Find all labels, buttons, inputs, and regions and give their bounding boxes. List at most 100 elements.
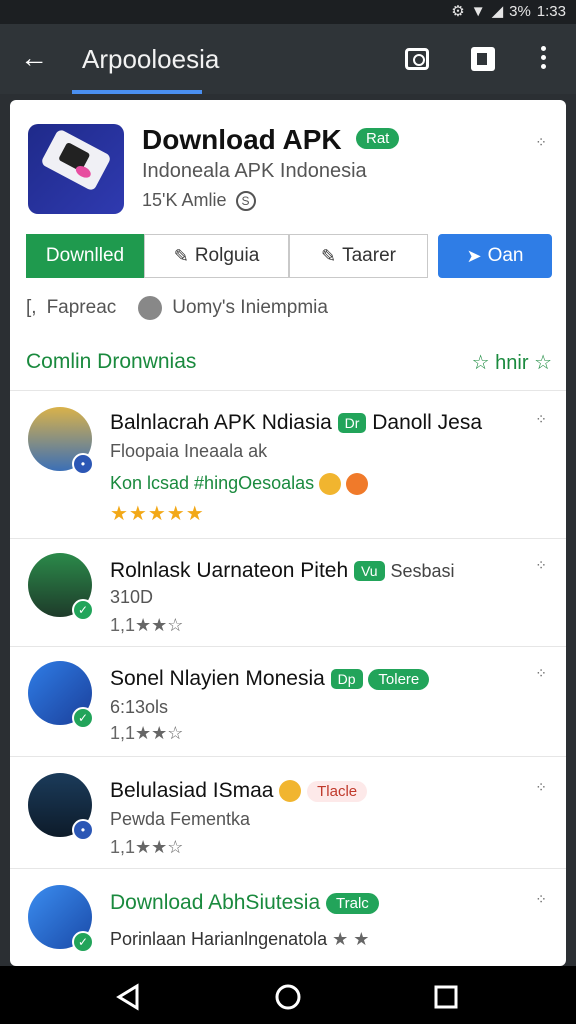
download-button-label: Downlled <box>45 245 125 266</box>
send-icon: ➤ <box>466 245 482 266</box>
phone-illustration <box>40 128 112 192</box>
app-badge-label: Rat <box>356 128 400 149</box>
app-badge: Rat <box>356 128 400 149</box>
tab-indicator <box>72 90 202 94</box>
store-icon <box>471 47 495 71</box>
list-item-subtitle: 6:13ols <box>110 697 169 717</box>
store-button[interactable] <box>466 42 500 76</box>
list-item-rating: 1,1★★☆ <box>110 837 183 858</box>
third-button[interactable]: ✎ Taarer <box>289 234 428 278</box>
second-button-label: Rolguia <box>194 245 260 266</box>
user-icon <box>138 296 163 320</box>
list-item-title: Download AbhSiutesia Tralc <box>110 891 379 915</box>
list-item-title: Balnlacrah APK Ndiasia Dr Danoll Jesa <box>110 411 482 435</box>
info-right: Uomy's Iniempmia <box>172 297 328 318</box>
second-button[interactable]: ✎ Rolguia <box>144 234 289 278</box>
list-item-title: Sonel Nlayien Monesia Dp Tolere <box>110 667 430 691</box>
camera-button[interactable] <box>400 42 434 76</box>
list-item-line1: Porinlaan Harianlngenatola <box>110 929 328 949</box>
list-item[interactable]: ✓ Download AbhSiutesia Tralc Porinlaan H… <box>10 868 566 966</box>
list-item-subtitle: 310D <box>110 587 154 607</box>
list-item-title-text: Rolnlask Uarnateon Piteh <box>110 559 349 582</box>
list-item-mini-badge: Vu <box>353 561 385 582</box>
info-left: Fapreac <box>46 297 117 318</box>
app-bar: ← Arpooloesia <box>0 24 576 94</box>
verified-icon: ✓ <box>72 707 94 729</box>
row-menu-icon[interactable]: ⁘ <box>535 891 548 908</box>
camera-icon <box>405 48 429 70</box>
list-item-title-text: Download AbhSiutesia <box>110 891 321 914</box>
list-item-rating: 1,1★★☆ <box>110 615 183 636</box>
list-item-title-text: Balnlacrah APK Ndiasia <box>110 411 332 434</box>
list-item-rating: ★★★★★ <box>110 501 205 526</box>
list-item[interactable]: • Belulasiad ISmaa Tlacle Pewda Fementka… <box>10 756 566 868</box>
row-menu-icon[interactable]: ⁘ <box>535 665 548 682</box>
list-item-mini-badge: Dr <box>337 413 367 434</box>
row-menu-icon[interactable]: ⁘ <box>535 411 548 428</box>
fourth-button[interactable]: ➤ Oan <box>438 234 552 278</box>
app-icon[interactable] <box>28 124 124 214</box>
wifi-icon: ▼ <box>470 2 486 20</box>
verified-icon: ✓ <box>72 599 94 621</box>
list-item-pill: Tralc <box>326 892 379 914</box>
emoji-icon <box>319 473 342 496</box>
app-meta: 15'K Amlie S <box>142 190 256 212</box>
list-item-title: Belulasiad ISmaa Tlacle <box>110 779 368 803</box>
list-item-subtitle: Porinlaan Harianlngenatola ★ ★ <box>110 929 369 950</box>
card-menu-icon[interactable]: ⁘ <box>535 134 548 151</box>
main-card: Download APK Rat Indoneala APK Indonesia… <box>10 100 566 966</box>
star-outline-icon: ☆ <box>471 352 490 374</box>
info-row: [, Fapreac Uomy's Iniempmia <box>26 296 328 320</box>
app-publisher: Indoneala APK Indonesia <box>142 160 367 182</box>
sync-icon: ⚙ <box>451 3 465 20</box>
nav-home-icon[interactable] <box>275 984 301 1010</box>
list-item[interactable]: • Balnlacrah APK Ndiasia Dr Danoll Jesa … <box>10 390 566 532</box>
nav-back-icon[interactable] <box>116 983 139 1011</box>
section-header: Comlin Dronwnias ☆ hnir ☆ <box>26 350 552 374</box>
info-icon: S <box>235 191 256 212</box>
back-arrow-icon[interactable]: ← <box>20 42 52 74</box>
list-item-extra: Sesbasi <box>390 561 455 581</box>
row-menu-icon[interactable]: ⁘ <box>535 779 548 796</box>
section-title: Comlin Dronwnias <box>26 350 197 373</box>
phone-button <box>73 163 93 180</box>
list-item-title-text: Sonel Nlayien Monesia <box>110 667 325 690</box>
emoji-icon <box>279 780 302 803</box>
section-actions[interactable]: ☆ hnir ☆ <box>472 350 552 375</box>
section-right-label: hnir <box>495 352 529 374</box>
list-item-line1: Floopaia Ineaala <box>110 441 244 461</box>
more-vert-icon <box>540 46 546 69</box>
row-menu-icon[interactable]: ⁘ <box>535 557 548 574</box>
pen-icon: ✎ <box>321 245 337 266</box>
bracket-icon: [, <box>26 297 37 318</box>
clock: 1:33 <box>536 2 566 20</box>
overflow-menu-button[interactable] <box>526 42 560 76</box>
list-item-line1b: ak <box>248 441 268 461</box>
app-bar-title: Arpooloesia <box>82 44 220 74</box>
emoji-icon <box>346 473 369 496</box>
download-button[interactable]: Downlled <box>26 234 144 278</box>
app-meta-text: 15'K Amlie <box>142 190 227 210</box>
list-item-mini-badge: Dp <box>330 669 363 690</box>
system-nav-bar <box>0 966 576 1024</box>
battery-text: 3% <box>509 2 531 20</box>
list-item-rating: 1,1★★☆ <box>110 723 183 744</box>
pen-icon: ✎ <box>173 245 189 266</box>
list-item[interactable]: ✓ Sonel Nlayien Monesia Dp Tolere 6:13ol… <box>10 646 566 756</box>
nav-recents-icon[interactable] <box>434 985 458 1009</box>
star-rating: 1,1★★☆ <box>110 723 184 743</box>
action-button-row: Downlled ✎ Rolguia ✎ Taarer ➤ Oan <box>26 234 552 278</box>
list-item[interactable]: ✓ Rolnlask Uarnateon Piteh Vu Sesbasi 31… <box>10 538 566 646</box>
star-outline-icon: ☆ <box>534 352 552 374</box>
status-bar: ⚙ ▼ ◢ 3% 1:33 <box>0 0 576 24</box>
app-name: Download APK <box>142 124 342 155</box>
status-icons: ⚙ ▼ ◢ 3% 1:33 <box>451 2 566 21</box>
list-item-pill: Tlacle <box>307 780 368 802</box>
verified-icon: ✓ <box>72 931 94 953</box>
list-item-tags: Kon lcsad #hingOesoalas <box>110 473 369 496</box>
verified-icon: • <box>72 453 94 475</box>
list-item-subtitle: Pewda Fementka <box>110 809 251 829</box>
fourth-button-label: Oan <box>487 245 524 266</box>
list-item-line2: Kon lcsad #hingOesoalas <box>110 473 315 493</box>
third-button-label: Taarer <box>342 245 396 266</box>
